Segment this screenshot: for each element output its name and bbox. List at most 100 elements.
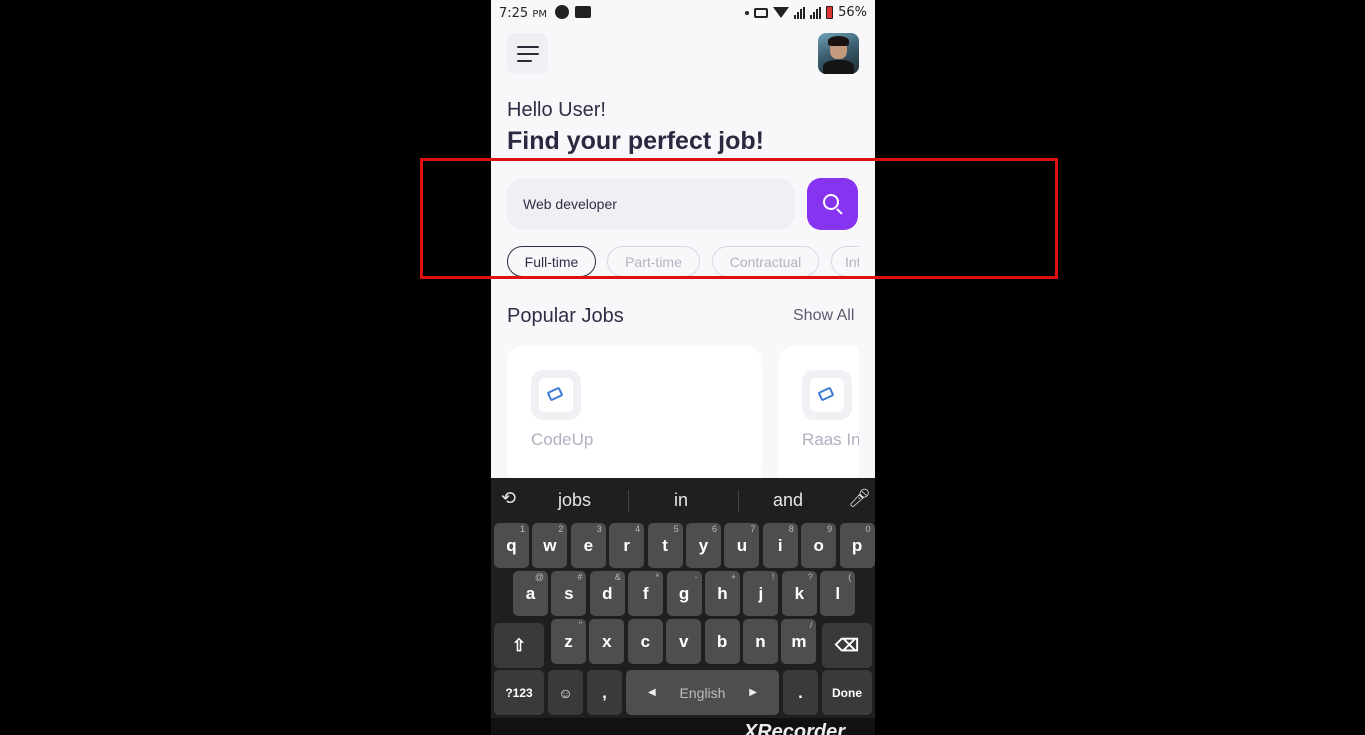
battery-percent: 56% <box>838 5 867 20</box>
key-i[interactable]: i8 <box>762 523 798 568</box>
hamburger-menu-icon <box>517 46 539 48</box>
suggestion-item[interactable]: in <box>674 490 688 511</box>
key-g[interactable]: g- <box>666 571 702 616</box>
key-label: l <box>835 583 841 603</box>
hamburger-line <box>517 60 532 62</box>
shift-icon: ⇧ <box>511 635 527 655</box>
key-label: o <box>813 535 824 555</box>
space-label: English <box>679 684 726 701</box>
key-c[interactable]: c <box>627 619 663 664</box>
suggestion-divider <box>738 490 739 512</box>
battery-icon <box>826 6 834 19</box>
space-key[interactable]: ◀ English ▶ <box>626 670 779 715</box>
key-hint: & <box>614 572 621 582</box>
key-hint: 6 <box>711 524 717 534</box>
key-x[interactable]: x <box>589 619 625 664</box>
watermark-text: XRecorder <box>743 721 845 735</box>
key-label: n <box>755 631 766 651</box>
key-label: r <box>623 535 630 555</box>
key-label: h <box>717 583 728 603</box>
key-m[interactable]: m / <box>781 619 817 664</box>
key-hint: ! <box>771 572 775 582</box>
page-headline: Find your perfect job! <box>507 127 764 155</box>
key-e[interactable]: e3 <box>570 523 606 568</box>
job-card[interactable]: Raas Int <box>778 346 859 486</box>
arrow-right-icon: ▶ <box>749 687 757 698</box>
company-logo <box>531 370 581 420</box>
key-label: s <box>564 583 574 603</box>
signal-icon <box>810 6 822 19</box>
key-hint: * <box>655 572 660 582</box>
comma-key[interactable]: , <box>587 670 622 715</box>
key-k[interactable]: k? <box>781 571 817 616</box>
key-w[interactable]: w2 <box>532 523 568 568</box>
key-label: x <box>602 631 612 651</box>
key-v[interactable]: v <box>666 619 702 664</box>
key-s[interactable]: s # <box>551 571 587 616</box>
signal-icon <box>794 6 806 19</box>
backspace-key[interactable]: ⌫ <box>822 623 872 668</box>
company-logo <box>802 370 852 420</box>
key-j[interactable]: j! <box>743 571 779 616</box>
menu-button[interactable] <box>507 33 548 74</box>
key-label: v <box>678 631 689 651</box>
period-key[interactable]: . <box>783 670 818 715</box>
recorder-watermark: XRecorder <box>491 718 875 735</box>
key-q[interactable]: q1 <box>494 523 529 568</box>
key-t[interactable]: t5 <box>647 523 683 568</box>
key-l[interactable]: l( <box>820 571 856 616</box>
emoji-key[interactable]: ☺ <box>548 670 583 715</box>
emoji-icon: ☺ <box>558 684 573 701</box>
key-h[interactable]: h + <box>705 571 740 616</box>
key-o[interactable]: o9 <box>801 523 837 568</box>
notification-icon <box>555 5 569 19</box>
show-all-link[interactable]: Show All <box>793 307 854 325</box>
key-u[interactable]: u7 <box>724 523 760 568</box>
backspace-icon: ⌫ <box>834 635 860 655</box>
status-bar: 7:25 PM 56% <box>491 0 875 28</box>
key-b[interactable]: b <box>704 619 740 664</box>
key-hint: + <box>730 572 736 582</box>
key-hint: ? <box>807 572 813 582</box>
key-y[interactable]: y6 <box>686 523 721 568</box>
done-key[interactable]: Done <box>822 670 872 715</box>
suggestion-item[interactable]: and <box>773 490 803 511</box>
key-n[interactable]: n <box>743 619 778 664</box>
key-hint: 4 <box>635 524 641 534</box>
key-label: j <box>758 583 764 603</box>
key-label: p <box>851 535 863 555</box>
suggestion-item[interactable]: jobs <box>558 490 591 511</box>
company-name: CodeUp <box>531 430 594 449</box>
key-label: f <box>642 583 649 603</box>
key-d[interactable]: d & <box>589 571 625 616</box>
suggestion-bar: ⟲ jobs in and 🎤︎ <box>491 478 875 522</box>
microphone-icon[interactable]: 🎤︎ <box>848 488 871 509</box>
key-hint: 1 <box>519 524 525 534</box>
job-card[interactable]: CodeUp <box>507 346 762 486</box>
key-label: k <box>794 583 805 603</box>
key-hint: 8 <box>788 524 794 534</box>
key-hint: ( <box>848 572 852 582</box>
greeting-text: Hello User! <box>507 99 606 121</box>
key-label: w <box>543 535 557 555</box>
arrow-left-icon: ◀ <box>648 687 656 698</box>
shift-key[interactable]: ⇧ <box>494 623 544 668</box>
key-label: i <box>777 535 783 555</box>
key-z[interactable]: z " <box>551 619 586 664</box>
user-avatar[interactable] <box>818 33 859 74</box>
status-time: 7:25 PM <box>499 6 548 21</box>
clipboard-history-icon[interactable]: ⟲ <box>501 488 516 509</box>
key-label: z <box>564 631 573 651</box>
key-f[interactable]: f * <box>628 571 664 616</box>
key-a[interactable]: a @ <box>513 571 548 616</box>
key-label: q <box>506 535 517 555</box>
soft-keyboard: ⟲ jobs in and 🎤︎ ⇧ ⌫ ?123 ☺ , ◀ English … <box>491 478 875 718</box>
key-p[interactable]: p0 <box>839 523 875 568</box>
key-label: y <box>698 535 709 555</box>
recording-icon <box>575 6 591 18</box>
key-label: b <box>716 631 728 651</box>
key-hint: - <box>694 572 698 582</box>
key-r[interactable]: r4 <box>609 523 645 568</box>
key-hint: 5 <box>673 524 679 534</box>
symbols-key[interactable]: ?123 <box>494 670 544 715</box>
